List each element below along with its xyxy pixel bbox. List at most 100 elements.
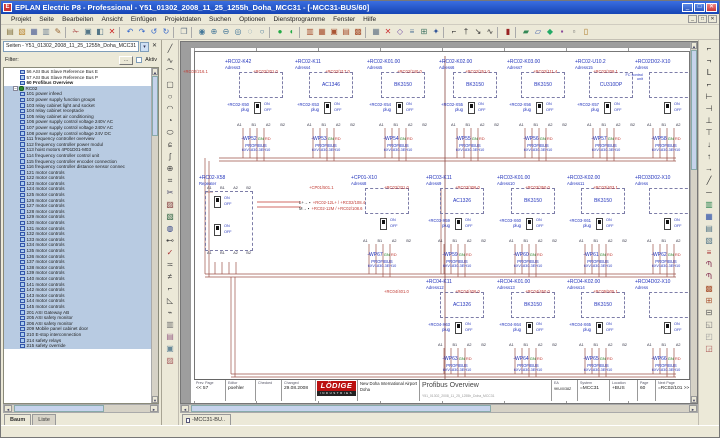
break-point-icon[interactable]: ╱ bbox=[703, 175, 716, 187]
new-page-icon[interactable]: ▤ bbox=[4, 26, 16, 38]
scroll-down-icon[interactable]: ▼ bbox=[152, 396, 158, 403]
bus-termination-switch[interactable] bbox=[214, 224, 221, 236]
jump-right-icon[interactable]: → bbox=[703, 163, 716, 175]
menu-item-bearbeiten[interactable]: Bearbeiten bbox=[58, 16, 97, 23]
bus-termination-switch[interactable] bbox=[468, 102, 475, 114]
bus-termination-switch[interactable] bbox=[536, 102, 543, 114]
hatch-icon[interactable]: ✂ bbox=[164, 187, 177, 199]
bus-termination-switch[interactable] bbox=[526, 218, 533, 230]
drawing-area[interactable]: +RC02/216.1+RC02-K42Adress3+RC02-X50plug… bbox=[180, 41, 698, 404]
parts-icon[interactable]: ▰ bbox=[520, 26, 532, 38]
repeater-block[interactable]: +RC02-X58RepeaterA1B1A2B2ONOFFONOFFA1B1A… bbox=[199, 176, 259, 255]
scroll-left-icon[interactable]: ◄ bbox=[181, 405, 189, 412]
pin-icon[interactable]: ⊷ bbox=[164, 235, 177, 247]
menu-item-fenster[interactable]: Fenster bbox=[329, 16, 359, 23]
bus-termination-switch[interactable] bbox=[596, 218, 603, 230]
pan-icon[interactable]: ○ bbox=[256, 26, 268, 38]
trim-icon[interactable]: ≠ bbox=[164, 271, 177, 283]
plug-def-icon[interactable]: Պ bbox=[703, 271, 716, 283]
draw-line-icon[interactable]: ╱ bbox=[164, 43, 177, 55]
menu-item-projekt[interactable]: Projekt bbox=[7, 16, 35, 23]
plc-box-icon[interactable]: ⊞ bbox=[703, 295, 716, 307]
menu-item-optionen[interactable]: Optionen bbox=[235, 16, 269, 23]
tree-horizontal-scrollbar[interactable]: ◄ ► bbox=[3, 404, 159, 413]
interruption-icon[interactable]: ▥ bbox=[703, 199, 716, 211]
cable-navigator-icon[interactable]: ▤ bbox=[340, 26, 352, 38]
menu-item-projektdaten[interactable]: Projektdaten bbox=[161, 16, 206, 23]
scroll-up-icon[interactable]: ▲ bbox=[691, 42, 697, 49]
macros-icon[interactable]: ▱ bbox=[532, 26, 544, 38]
black-box-icon[interactable]: ▩ bbox=[703, 283, 716, 295]
canvas-vertical-scrollbar[interactable]: ▲ ▼ bbox=[690, 42, 697, 403]
grid-icon[interactable]: ▦ bbox=[370, 26, 382, 38]
draw-curve-icon[interactable]: ɕ bbox=[164, 139, 177, 151]
bus-termination-switch[interactable] bbox=[396, 102, 403, 114]
busbar-icon[interactable]: ▤ bbox=[703, 223, 716, 235]
help-find-icon[interactable]: ▯ bbox=[580, 26, 592, 38]
collapse-icon[interactable]: − bbox=[13, 86, 18, 91]
draw-circle-icon[interactable]: ○ bbox=[164, 91, 177, 103]
scroll-right-icon[interactable]: ► bbox=[689, 405, 697, 412]
terminal-strip-icon[interactable]: Պ bbox=[703, 259, 716, 271]
reports-icon[interactable]: ▪ bbox=[556, 26, 568, 38]
draw-sector-icon[interactable]: ◔ bbox=[164, 115, 177, 127]
menu-item-seite[interactable]: Seite bbox=[35, 16, 58, 23]
tee-right-icon[interactable]: ⊣ bbox=[703, 103, 716, 115]
check-project-icon[interactable]: ▮ bbox=[502, 26, 514, 38]
device-navigator-icon[interactable]: ▥ bbox=[304, 26, 316, 38]
device-block[interactable]: +RC05/505.1+RC04D02-X10AdressONOFFA1B1A2… bbox=[635, 280, 697, 372]
text-tool-icon[interactable]: ⊕ bbox=[164, 163, 177, 175]
stretch-icon[interactable]: ≍ bbox=[164, 259, 177, 271]
minimize-button[interactable]: _ bbox=[682, 3, 693, 12]
tee-down-icon[interactable]: ⊤ bbox=[703, 127, 716, 139]
insert-symbol-icon[interactable]: ✦ bbox=[430, 26, 442, 38]
export-icon[interactable]: ▫ bbox=[568, 26, 580, 38]
move-graphic-icon[interactable]: ▣ bbox=[164, 343, 177, 355]
sep-line-icon[interactable]: ─ bbox=[703, 187, 716, 199]
redo-icon[interactable]: ↷ bbox=[136, 26, 148, 38]
macro-box-icon[interactable]: ◱ bbox=[703, 319, 716, 331]
terminal-navigator-icon[interactable]: ▩ bbox=[352, 26, 364, 38]
copy-icon[interactable]: ▣ bbox=[82, 26, 94, 38]
bus-termination-switch[interactable] bbox=[526, 322, 533, 334]
copy-graphic-icon[interactable]: ▤ bbox=[164, 331, 177, 343]
mdi-minimize-button[interactable]: _ bbox=[688, 15, 697, 23]
layer-icon[interactable]: ⊞ bbox=[418, 26, 430, 38]
menu-item-suchen[interactable]: Suchen bbox=[205, 16, 235, 23]
scroll-right-icon[interactable]: ► bbox=[150, 405, 158, 412]
filter-browse-button[interactable]: ... bbox=[119, 56, 133, 65]
structure-box-icon[interactable]: ⊟ bbox=[703, 307, 716, 319]
scale-icon[interactable]: ⌁ bbox=[164, 307, 177, 319]
tee-left-icon[interactable]: ⊢ bbox=[703, 91, 716, 103]
jump-down-icon[interactable]: ↓ bbox=[703, 139, 716, 151]
page-break-icon[interactable]: ◰ bbox=[703, 331, 716, 343]
delete-icon[interactable]: ✕ bbox=[106, 26, 118, 38]
open-project-icon[interactable]: ▧ bbox=[16, 26, 28, 38]
draw-spline-icon[interactable]: ʃ bbox=[164, 151, 177, 163]
cable-def-icon[interactable]: ≡ bbox=[703, 247, 716, 259]
filter-active-checkbox[interactable] bbox=[136, 57, 142, 63]
panel-close-icon[interactable]: ✕ bbox=[150, 42, 159, 52]
zoom-fit-icon[interactable]: ◎ bbox=[232, 26, 244, 38]
bus-termination-switch[interactable] bbox=[664, 102, 671, 114]
draw-bezier-icon[interactable]: ⌒ bbox=[164, 67, 177, 79]
translate-icon[interactable]: ◆ bbox=[544, 26, 556, 38]
canvas-horizontal-scrollbar[interactable]: ◄ ► bbox=[180, 404, 698, 413]
paste-icon[interactable]: ◧ bbox=[94, 26, 106, 38]
print-icon[interactable]: ▥ bbox=[40, 26, 52, 38]
bus-termination-switch[interactable] bbox=[324, 102, 331, 114]
group-icon[interactable]: ▥ bbox=[164, 319, 177, 331]
connect-icon[interactable]: ⌐ bbox=[448, 26, 460, 38]
shield-icon[interactable]: ▧ bbox=[703, 235, 716, 247]
draw-polyline-icon[interactable]: ∿ bbox=[164, 55, 177, 67]
bus-termination-switch[interactable] bbox=[455, 322, 462, 334]
bus-termination-switch[interactable] bbox=[455, 218, 462, 230]
dimension-icon[interactable]: ⌗ bbox=[164, 175, 177, 187]
document-tab[interactable]: -MCC31-BU.. bbox=[182, 414, 231, 425]
potential-icon[interactable]: ▦ bbox=[703, 211, 716, 223]
zoom-in-icon[interactable]: ⊕ bbox=[208, 26, 220, 38]
menu-item-ansicht[interactable]: Ansicht bbox=[98, 16, 127, 23]
revision-icon[interactable]: ◲ bbox=[703, 343, 716, 355]
draw-ellipse-icon[interactable]: ⬭ bbox=[164, 127, 177, 139]
draw-arc-icon[interactable]: ◠ bbox=[164, 103, 177, 115]
